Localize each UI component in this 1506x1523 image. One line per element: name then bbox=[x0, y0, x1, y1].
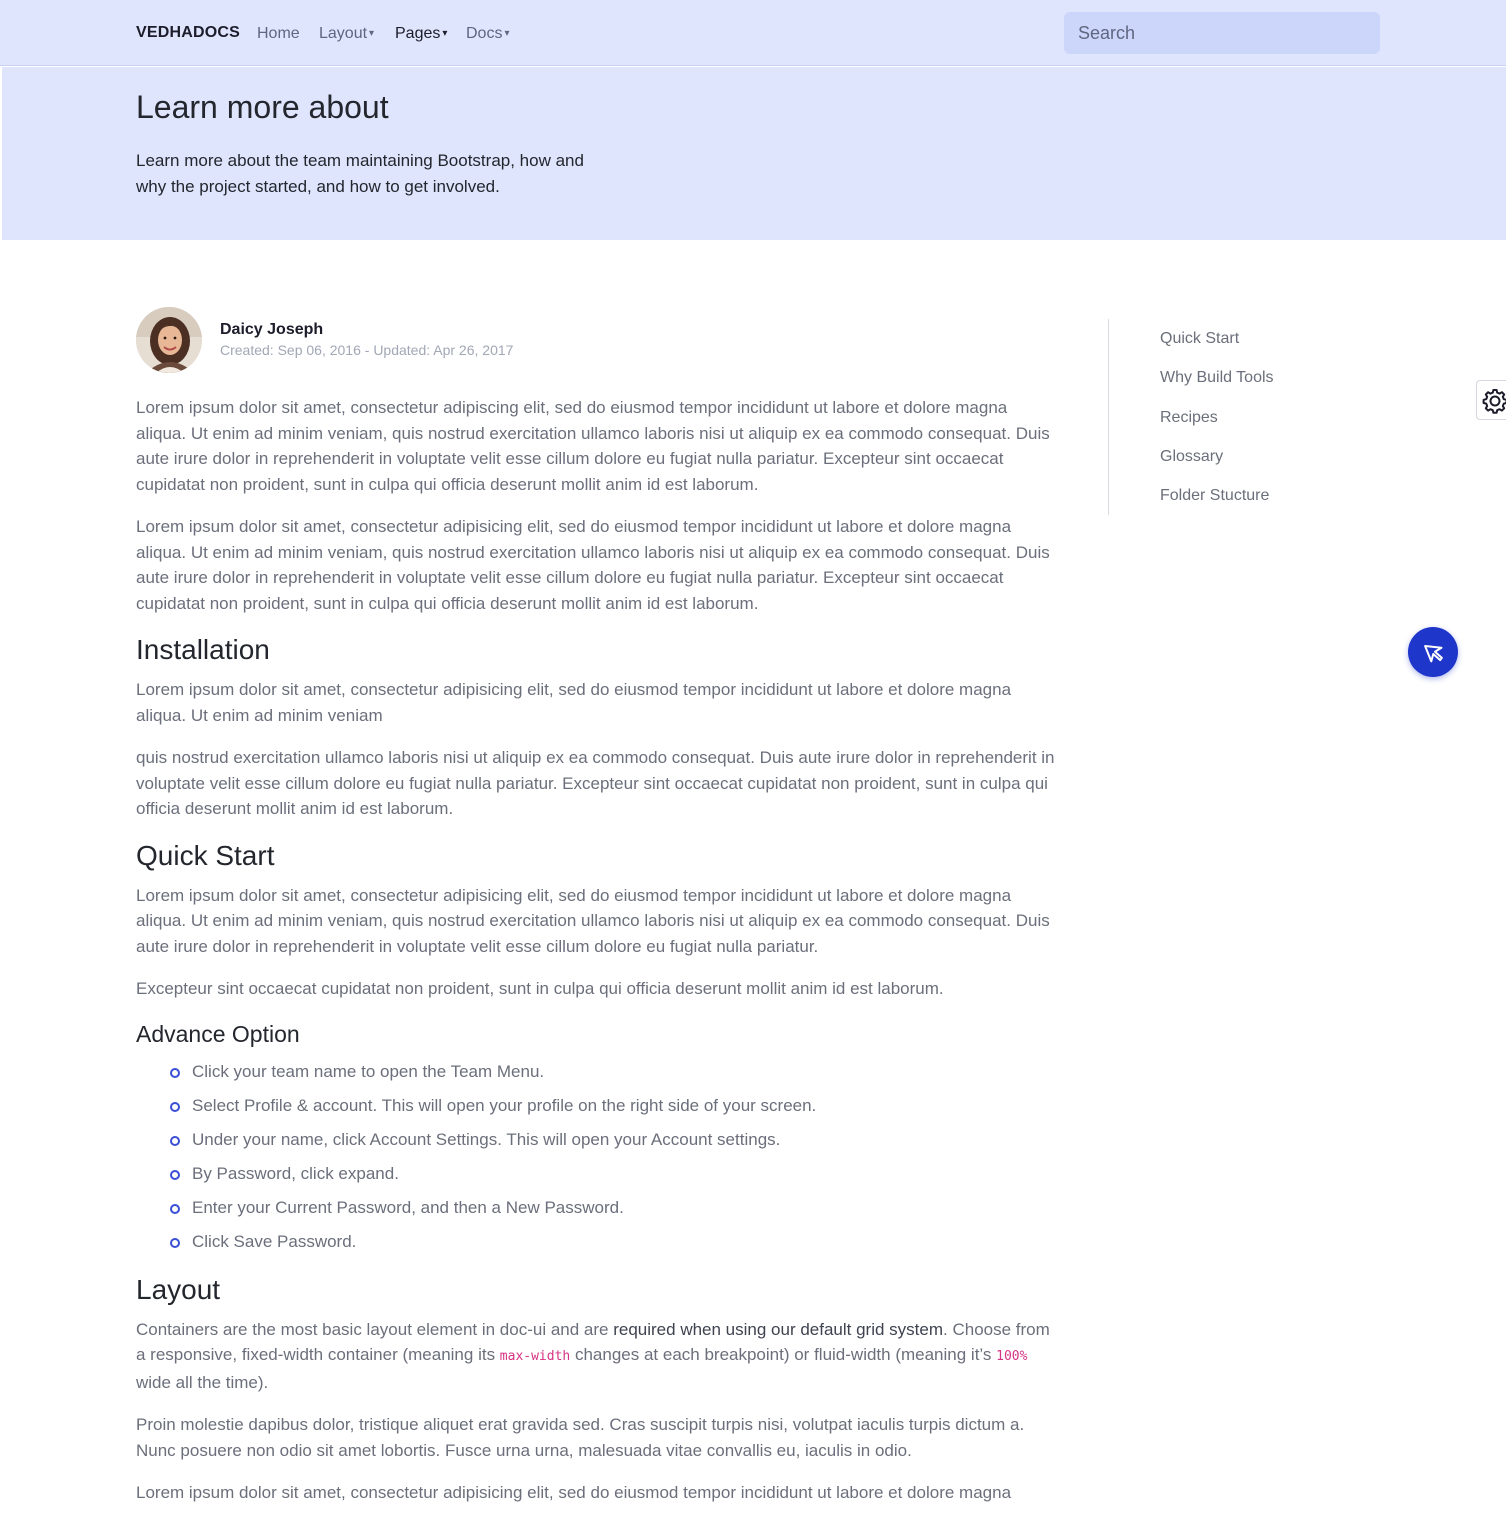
nav-item-pages-label: Pages bbox=[395, 25, 441, 42]
search-input[interactable] bbox=[1064, 12, 1380, 54]
article-content: Lorem ipsum dolor sit amet, consectetur … bbox=[136, 395, 1058, 1523]
toc-link-folder-structure[interactable]: Folder Stucture bbox=[1160, 476, 1348, 515]
layout-text-c: changes at each breakpoint) or fluid-wid… bbox=[570, 1345, 997, 1364]
nav-item-docs[interactable]: Docs ▾ bbox=[466, 25, 509, 43]
toc-link-why-build-tools[interactable]: Why Build Tools bbox=[1160, 358, 1348, 397]
list-item: Click Save Password. bbox=[136, 1225, 1058, 1259]
layout-paragraph-1: Containers are the most basic layout ele… bbox=[136, 1317, 1058, 1396]
chevron-down-icon: ▾ bbox=[442, 28, 448, 39]
toc-link-recipes[interactable]: Recipes bbox=[1160, 398, 1348, 437]
layout-paragraph-2: Proin molestie dapibus dolor, tristique … bbox=[136, 1415, 1025, 1460]
table-of-contents: Quick Start Why Build Tools Recipes Glos… bbox=[1108, 319, 1348, 515]
hero-banner: Learn more about Learn more about the te… bbox=[2, 67, 1506, 240]
advance-option-list: Click your team name to open the Team Me… bbox=[136, 1055, 1058, 1259]
settings-toggle-button[interactable] bbox=[1476, 380, 1506, 420]
toc-link-glossary[interactable]: Glossary bbox=[1160, 437, 1348, 476]
page-title: Learn more about bbox=[136, 89, 389, 125]
gear-icon bbox=[1482, 389, 1506, 414]
floating-action-button[interactable] bbox=[1408, 627, 1458, 677]
code-max-width: max-width bbox=[499, 1349, 571, 1364]
layout-emphasis: required when using our default grid sys… bbox=[613, 1319, 944, 1339]
section-heading-quick-start: Quick Start bbox=[136, 839, 275, 871]
hero-description: Learn more about the team maintaining Bo… bbox=[136, 151, 584, 196]
nav-item-layout-label: Layout bbox=[319, 25, 368, 42]
intro-paragraph-2: Lorem ipsum dolor sit amet, consectetur … bbox=[136, 517, 1050, 613]
nav-item-home[interactable]: Home bbox=[257, 25, 300, 43]
list-item: Click your team name to open the Team Me… bbox=[136, 1055, 1058, 1089]
chevron-down-icon: ▾ bbox=[504, 28, 510, 39]
list-item: Enter your Current Password, and then a … bbox=[136, 1191, 1058, 1225]
list-item: By Password, click expand. bbox=[136, 1157, 1058, 1191]
author-dates: Created: Sep 06, 2016 - Updated: Apr 26,… bbox=[220, 342, 514, 358]
layout-paragraph-3: Lorem ipsum dolor sit amet, consectetur … bbox=[136, 1483, 1012, 1502]
nav-item-home-label: Home bbox=[257, 25, 300, 42]
installation-paragraph-1: Lorem ipsum dolor sit amet, consectetur … bbox=[136, 680, 1012, 725]
author-name: Daicy Joseph bbox=[220, 321, 324, 338]
installation-paragraph-2: quis nostrud exercitation ullamco labori… bbox=[136, 748, 1055, 818]
list-item: Select Profile & account. This will open… bbox=[136, 1089, 1058, 1123]
toc-link-quick-start[interactable]: Quick Start bbox=[1160, 319, 1348, 358]
top-navbar: VEDHADOCS Home Layout ▾ Pages ▾ Docs ▾ bbox=[0, 0, 1506, 66]
quick-start-paragraph-2: Excepteur sint occaecat cupidatat non pr… bbox=[136, 979, 944, 998]
nav-item-layout[interactable]: Layout ▾ bbox=[319, 25, 374, 43]
intro-paragraph-1: Lorem ipsum dolor sit amet, consectetur … bbox=[136, 398, 1050, 494]
section-heading-advance-option: Advance Option bbox=[136, 1020, 300, 1047]
nav-item-docs-label: Docs bbox=[466, 25, 503, 42]
layout-text-a: Containers are the most basic layout ele… bbox=[136, 1319, 614, 1339]
cursor-arrow-icon bbox=[1424, 645, 1443, 663]
section-heading-layout: Layout bbox=[136, 1273, 221, 1305]
avatar-image bbox=[136, 307, 202, 373]
code-100-percent: 100% bbox=[996, 1349, 1028, 1364]
section-heading-installation: Installation bbox=[136, 634, 270, 665]
chevron-down-icon: ▾ bbox=[369, 28, 375, 39]
quick-start-paragraph-1: Lorem ipsum dolor sit amet, consectetur … bbox=[136, 885, 1050, 956]
list-item: Under your name, click Account Settings.… bbox=[136, 1123, 1058, 1157]
nav-item-pages[interactable]: Pages ▾ bbox=[395, 25, 447, 43]
layout-text-d: wide all the time). bbox=[136, 1372, 269, 1392]
avatar bbox=[136, 307, 202, 373]
brand-logo[interactable]: VEDHADOCS bbox=[136, 24, 240, 42]
